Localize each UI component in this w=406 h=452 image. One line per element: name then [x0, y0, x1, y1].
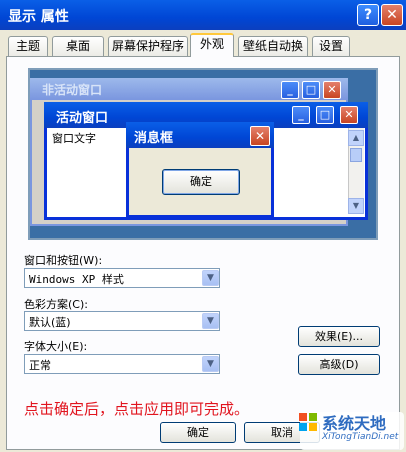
advanced-button[interactable]: 高级(D)	[298, 354, 380, 375]
font-size-select[interactable]: 正常	[24, 354, 220, 374]
window-title: 显示 属性	[8, 9, 69, 25]
chevron-down-icon[interactable]: ▼	[202, 313, 219, 329]
tab-settings[interactable]: 设置	[312, 36, 350, 56]
tab-screensaver[interactable]: 屏幕保护程序	[108, 36, 188, 56]
inactive-window-title: 非活动窗口	[30, 78, 348, 100]
chevron-down-icon[interactable]: ▼	[202, 356, 219, 372]
close-button[interactable]: ✕	[381, 4, 403, 26]
scroll-down-icon: ▼	[348, 198, 364, 214]
ok-button[interactable]: 确定	[160, 422, 236, 443]
tab-appearance[interactable]: 外观	[190, 33, 234, 57]
watermark-name: 系统天地	[322, 414, 387, 433]
close-icon: ✕	[340, 106, 358, 124]
tab-wallpaper-changer[interactable]: 壁纸自动换	[238, 36, 308, 56]
chevron-down-icon[interactable]: ▼	[202, 270, 219, 286]
maximize-icon: □	[302, 81, 320, 99]
close-icon: ✕	[323, 81, 341, 99]
minimize-icon: _	[292, 106, 310, 124]
scroll-up-icon: ▲	[348, 130, 364, 146]
scroll-thumb	[350, 148, 362, 162]
tab-desktop[interactable]: 桌面	[52, 36, 104, 56]
font-size-label: 字体大小(E):	[24, 340, 88, 353]
watermark-url: XiTongTianDi.net	[322, 432, 399, 442]
minimize-icon: _	[281, 81, 299, 99]
window-text-sample: 窗口文字	[52, 132, 96, 145]
help-button[interactable]: ?	[357, 4, 379, 26]
window-buttons-select[interactable]: Windows XP 样式	[24, 268, 220, 288]
color-scheme-select[interactable]: 默认(蓝)	[24, 311, 220, 331]
close-icon: ✕	[250, 126, 270, 146]
message-box-ok-button: 确定	[162, 169, 240, 195]
window-buttons-label: 窗口和按钮(W):	[24, 254, 103, 267]
tab-themes[interactable]: 主题	[8, 36, 48, 56]
windows-logo-icon	[299, 413, 317, 431]
maximize-icon: □	[316, 106, 334, 124]
effects-button[interactable]: 效果(E)...	[298, 326, 380, 347]
instruction-note: 点击确定后，点击应用即可完成。	[24, 400, 250, 418]
color-scheme-label: 色彩方案(C):	[24, 298, 88, 311]
